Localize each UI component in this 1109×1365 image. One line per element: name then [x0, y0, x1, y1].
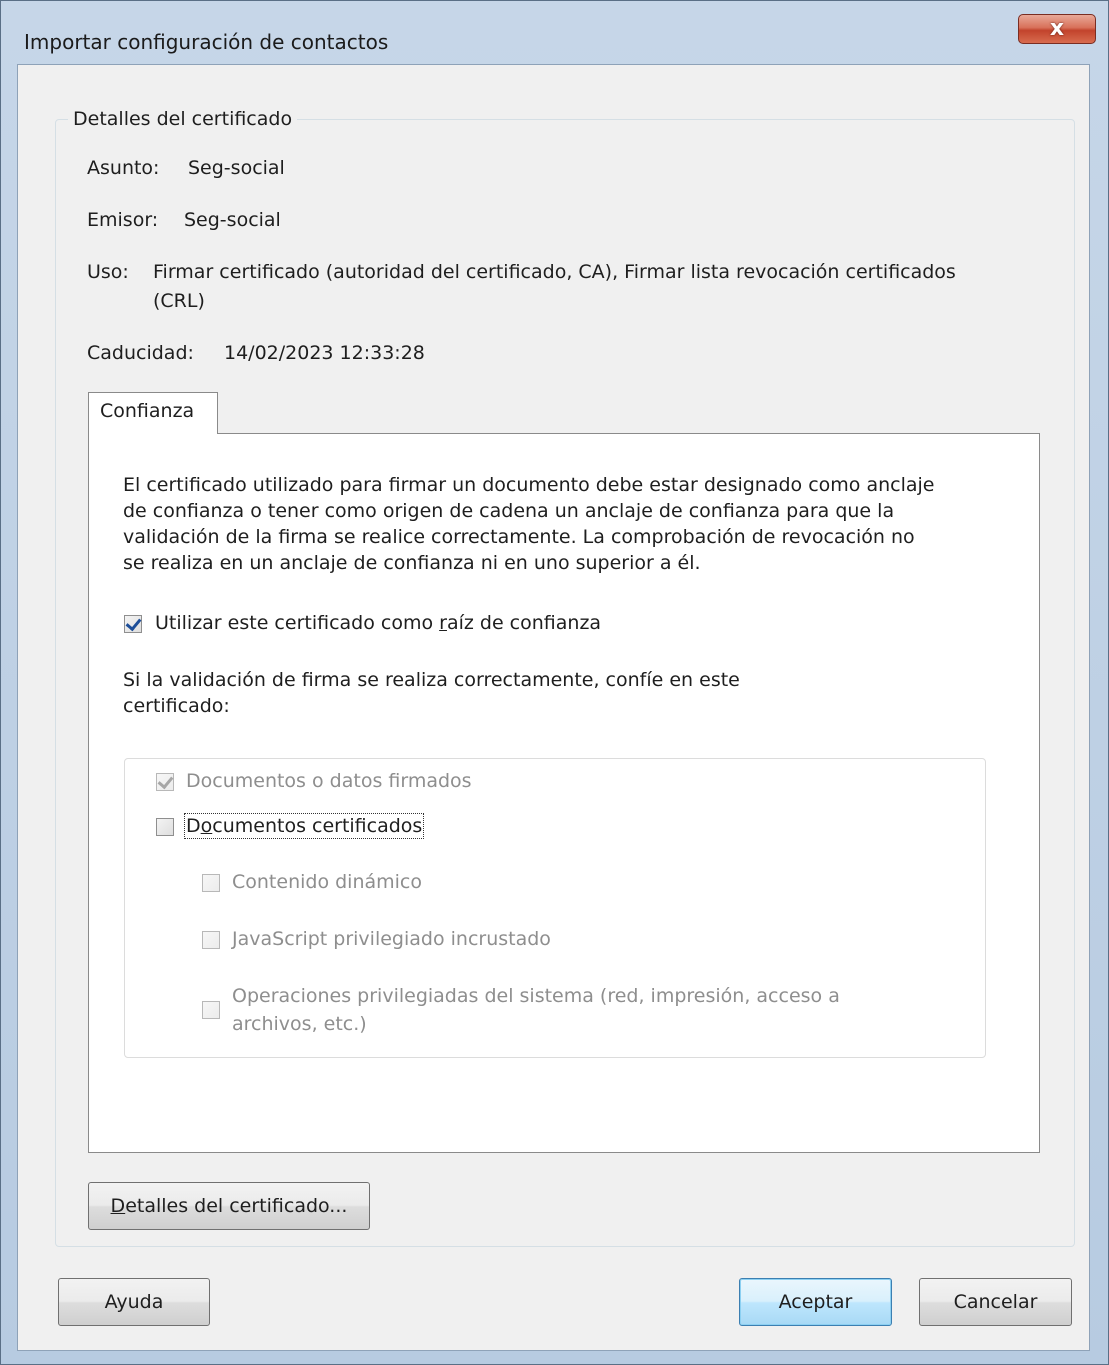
privileged-javascript-label: JavaScript privilegiado incrustado	[232, 928, 551, 950]
ok-button[interactable]: Aceptar	[739, 1278, 892, 1326]
certificate-details-button[interactable]: Detalles del certificado...	[88, 1182, 370, 1230]
privileged-operations-checkbox[interactable]	[202, 1001, 220, 1019]
usage-label: Uso:	[87, 261, 129, 283]
trust-root-label[interactable]: Utilizar este certificado como raíz de c…	[155, 612, 601, 634]
privileged-javascript-checkbox[interactable]	[202, 931, 220, 949]
privileged-operations-label-line2: archivos, etc.)	[232, 1013, 367, 1035]
title-bar[interactable]: Importar configuración de contactos x	[0, 0, 1109, 56]
issuer-label: Emisor:	[87, 209, 159, 231]
trust-root-label-part1: Utilizar este certificado como	[155, 612, 440, 634]
window-title: Importar configuración de contactos	[24, 30, 389, 54]
certificate-details-button-label: etalles del certificado...	[125, 1195, 348, 1217]
signed-documents-checkbox[interactable]	[156, 773, 174, 791]
tab-confianza[interactable]: Confianza	[88, 392, 218, 434]
certificate-details-button-accel: D	[110, 1195, 126, 1217]
certified-documents-checkbox[interactable]	[156, 818, 174, 836]
dynamic-content-label: Contenido dinámico	[232, 871, 422, 893]
ok-button-label: Aceptar	[778, 1291, 853, 1313]
close-button[interactable]: x	[1018, 14, 1096, 44]
expiry-label: Caducidad:	[87, 342, 194, 364]
subject-value: Seg-social	[188, 157, 285, 179]
cancel-button[interactable]: Cancelar	[919, 1278, 1072, 1326]
dynamic-content-checkbox[interactable]	[202, 874, 220, 892]
tab-confianza-label: Confianza	[100, 400, 195, 422]
cancel-button-label: Cancelar	[953, 1291, 1038, 1313]
help-button[interactable]: Ayuda	[58, 1278, 210, 1326]
certified-documents-label-accel: o	[200, 815, 213, 837]
issuer-value: Seg-social	[184, 209, 281, 231]
trust-intro: Si la validación de firma se realiza cor…	[123, 669, 740, 717]
expiry-value: 14/02/2023 12:33:28	[224, 342, 425, 364]
certificate-details-legend: Detalles del certificado	[68, 108, 298, 130]
usage-value-line1: Firmar certificado (autoridad del certif…	[153, 261, 956, 283]
privileged-operations-label-line1: Operaciones privilegiadas del sistema (r…	[232, 985, 840, 1007]
subject-label: Asunto:	[87, 157, 160, 179]
usage-value-line2: (CRL)	[153, 290, 205, 312]
trust-description: El certificado utilizado para firmar un …	[123, 474, 935, 574]
trust-root-label-part2: aíz de confianza	[446, 612, 602, 634]
trust-root-checkbox[interactable]	[124, 615, 142, 633]
close-icon: x	[1049, 16, 1065, 41]
certified-documents-label[interactable]: Documentos certificados	[183, 813, 425, 839]
certified-documents-label-part1: D	[186, 815, 201, 837]
trust-root-label-accel: r	[439, 612, 447, 634]
signed-documents-label: Documentos o datos firmados	[186, 770, 472, 792]
help-button-label: Ayuda	[104, 1291, 164, 1313]
certified-documents-label-part2: cumentos certificados	[212, 815, 423, 837]
